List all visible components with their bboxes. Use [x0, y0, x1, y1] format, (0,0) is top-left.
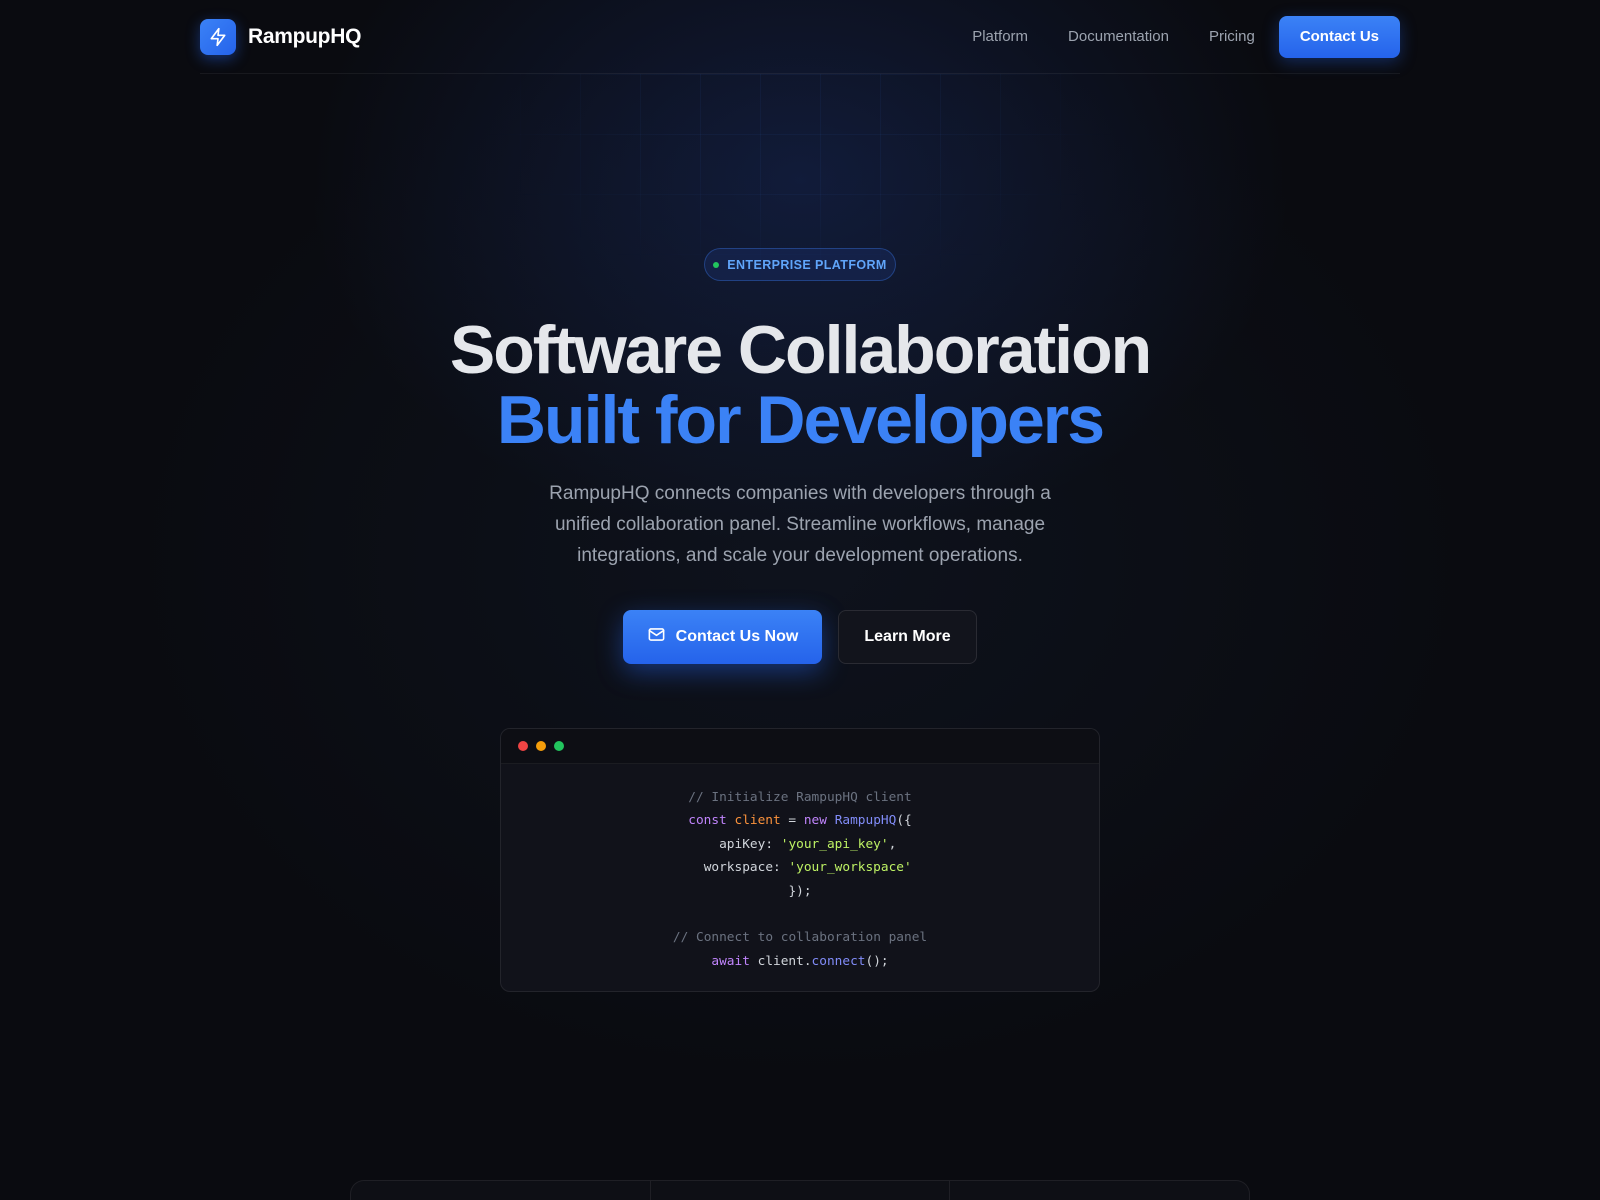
contact-us-button[interactable]: Contact Us: [1278, 15, 1400, 58]
hero-title-line1: Software Collaboration: [449, 312, 1152, 388]
code-variable: client: [734, 813, 781, 829]
code-punct: ({: [896, 813, 912, 829]
code-punct: ();: [865, 953, 889, 969]
hero-title-line2: Built for Developers: [496, 382, 1105, 458]
code-key: apiKey:: [719, 836, 781, 852]
nav-link-documentation[interactable]: Documentation: [1068, 28, 1169, 45]
mail-icon: [647, 625, 666, 649]
window-minimize-dot-icon: [536, 741, 546, 751]
feature-panel-cell: [351, 1181, 651, 1200]
code-keyword: await: [711, 953, 750, 969]
code-punct: ,: [888, 836, 897, 852]
code-window-titlebar: [501, 729, 1099, 764]
contact-us-now-label: Contact Us Now: [675, 628, 799, 645]
brand[interactable]: RampupHQ: [200, 18, 362, 55]
code-keyword: const: [688, 813, 727, 829]
top-navigation: RampupHQ Platform Documentation Pricing …: [200, 0, 1400, 74]
code-class: RampupHQ: [834, 813, 897, 829]
feature-panel-cell: [950, 1181, 1249, 1200]
window-maximize-dot-icon: [554, 741, 564, 751]
code-object: client.: [749, 953, 812, 969]
code-punct: });: [788, 883, 812, 899]
window-close-dot-icon: [518, 741, 528, 751]
code-string: 'your_workspace': [788, 860, 912, 876]
page: RampupHQ Platform Documentation Pricing …: [0, 0, 1600, 1200]
feature-panel-cell: [651, 1181, 951, 1200]
badge-text: ENTERPRISE PLATFORM: [727, 257, 887, 272]
feature-panel: [350, 1180, 1250, 1200]
nav-link-pricing[interactable]: Pricing: [1209, 28, 1255, 45]
code-line: await client.connect();: [501, 950, 1099, 973]
code-operator: =: [780, 813, 804, 829]
code-line: });: [501, 880, 1099, 903]
code-line: // Initialize RampupHQ client: [501, 786, 1099, 809]
code-line: const client = new RampupHQ({: [501, 809, 1099, 832]
code-comment: // Connect to collaboration panel: [672, 930, 928, 946]
code-comment: // Initialize RampupHQ client: [688, 790, 912, 805]
lightning-bolt-icon: [200, 18, 236, 55]
code-keyword: new: [803, 813, 827, 829]
nav-link-platform[interactable]: Platform: [972, 28, 1028, 45]
code-line: apiKey: 'your_api_key',: [501, 833, 1099, 856]
code-line: workspace: 'your_workspace': [501, 856, 1099, 879]
code-string: 'your_api_key': [780, 836, 889, 852]
code-window: // Initialize RampupHQ client const clie…: [500, 728, 1100, 992]
hero-subtitle: RampupHQ connects companies with develop…: [549, 483, 1051, 566]
nav-links: Platform Documentation Pricing Contact U…: [932, 15, 1400, 58]
code-method: connect: [811, 953, 866, 969]
code-snippet: // Initialize RampupHQ client const clie…: [501, 764, 1099, 973]
code-key: workspace:: [703, 860, 789, 876]
contact-us-now-button[interactable]: Contact Us Now: [623, 610, 822, 664]
brand-name: RampupHQ: [248, 24, 362, 48]
code-line: // Connect to collaboration panel: [501, 926, 1099, 949]
learn-more-button[interactable]: Learn More: [838, 610, 977, 664]
status-dot-icon: [713, 261, 720, 268]
enterprise-platform-badge: ENTERPRISE PLATFORM: [704, 248, 896, 281]
